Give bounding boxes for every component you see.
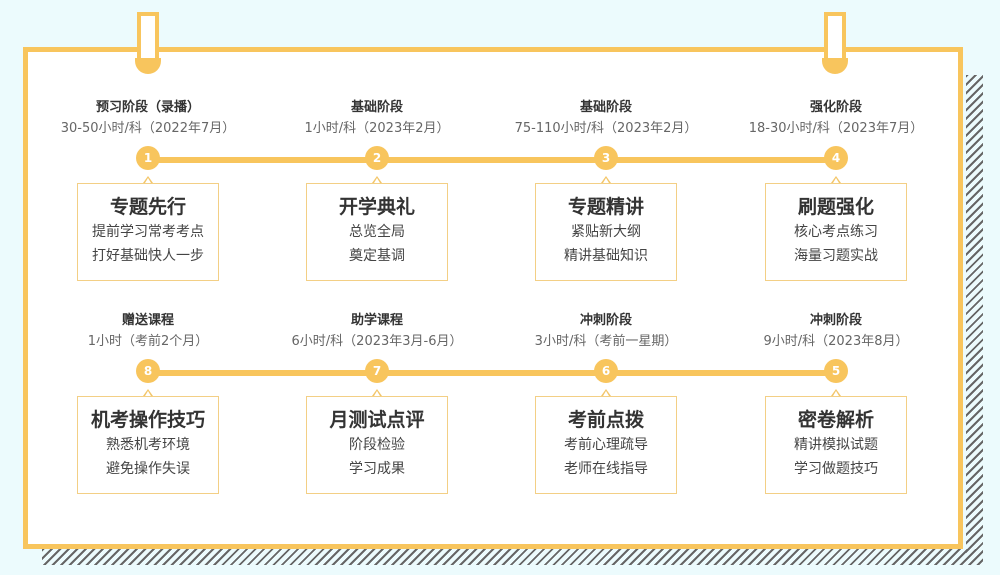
- card-line: 奠定基调: [349, 248, 405, 264]
- stage-card: 专题精讲 紧贴新大纲 精讲基础知识: [535, 183, 677, 281]
- stage-card: 开学典礼 总览全局 奠定基调: [306, 183, 448, 281]
- card-line: 总览全局: [349, 224, 405, 240]
- card-line: 核心考点练习: [794, 224, 878, 240]
- stage-5: 冲刺阶段 9小时/科（2023年8月） 5 密卷解析 精讲模拟试题 学习做题技巧: [726, 311, 946, 494]
- stage-1: 预习阶段（录播） 30-50小时/科（2022年7月） 1 专题先行 提前学习常…: [38, 98, 258, 281]
- stage-title: 基础阶段: [579, 100, 632, 115]
- card-title: 专题精讲: [567, 196, 644, 218]
- pointer-triangle-icon: [372, 176, 382, 183]
- card-title: 专题先行: [109, 196, 186, 218]
- card-line: 学习做题技巧: [794, 461, 878, 477]
- card-line: 精讲模拟试题: [794, 437, 878, 453]
- stage-8: 赠送课程 1小时（考前2个月） 8 机考操作技巧 熟悉机考环境 避免操作失误: [38, 311, 258, 494]
- stage-card: 机考操作技巧 熟悉机考环境 避免操作失误: [77, 396, 219, 494]
- stage-duration: 1小时/科（2023年2月）: [304, 121, 450, 136]
- stage-card: 专题先行 提前学习常考考点 打好基础快人一步: [77, 183, 219, 281]
- stage-title: 助学课程: [350, 313, 403, 328]
- stage-title: 基础阶段: [350, 100, 403, 115]
- stage-card: 考前点拨 考前心理疏导 老师在线指导: [535, 396, 677, 494]
- step-number-badge: 1: [136, 146, 160, 170]
- pointer-triangle-icon: [831, 176, 841, 183]
- stage-title: 预习阶段（录播）: [95, 100, 200, 115]
- step-number-badge: 3: [594, 146, 618, 170]
- step-number-badge: 5: [824, 359, 848, 383]
- stage-duration: 3小时/科（考前一星期）: [534, 334, 678, 349]
- card-line: 海量习题实战: [794, 248, 878, 264]
- card-line: 紧贴新大纲: [571, 224, 641, 240]
- card-line: 打好基础快人一步: [92, 248, 204, 264]
- pointer-triangle-icon: [372, 389, 382, 396]
- clip-left: [137, 12, 159, 64]
- card-line: 提前学习常考考点: [92, 224, 204, 240]
- pointer-triangle-icon: [601, 176, 611, 183]
- card-title: 机考操作技巧: [90, 409, 205, 431]
- stage-6: 冲刺阶段 3小时/科（考前一星期） 6 考前点拨 考前心理疏导 老师在线指导: [496, 311, 716, 494]
- step-number-badge: 2: [365, 146, 389, 170]
- clip-right: [824, 12, 846, 64]
- step-number-badge: 6: [594, 359, 618, 383]
- shadow-bottom: [42, 549, 983, 565]
- shadow-right: [966, 75, 983, 565]
- pointer-triangle-icon: [143, 389, 153, 396]
- pointer-triangle-icon: [601, 389, 611, 396]
- stage-4: 强化阶段 18-30小时/科（2023年7月） 4 刷题强化 核心考点练习 海量…: [726, 98, 946, 281]
- card-line: 阶段检验: [349, 437, 405, 453]
- step-number-badge: 4: [824, 146, 848, 170]
- card-line: 考前心理疏导: [564, 437, 648, 453]
- card-line: 精讲基础知识: [564, 248, 648, 264]
- step-number-badge: 7: [365, 359, 389, 383]
- stage-card: 密卷解析 精讲模拟试题 学习做题技巧: [765, 396, 907, 494]
- stage-title: 冲刺阶段: [579, 313, 632, 328]
- stage-duration: 1小时（考前2个月）: [87, 334, 209, 349]
- card-title: 月测试点评: [329, 409, 425, 431]
- stage-7: 助学课程 6小时/科（2023年3月-6月） 7 月测试点评 阶段检验 学习成果: [267, 311, 487, 494]
- stage-3: 基础阶段 75-110小时/科（2023年2月） 3 专题精讲 紧贴新大纲 精讲…: [496, 98, 716, 281]
- stage-duration: 9小时/科（2023年8月）: [763, 334, 909, 349]
- stage-card: 刷题强化 核心考点练习 海量习题实战: [765, 183, 907, 281]
- stage-card: 月测试点评 阶段检验 学习成果: [306, 396, 448, 494]
- card-line: 学习成果: [349, 461, 405, 477]
- stage-2: 基础阶段 1小时/科（2023年2月） 2 开学典礼 总览全局 奠定基调: [267, 98, 487, 281]
- stage-title: 赠送课程: [121, 313, 174, 328]
- stage-duration: 6小时/科（2023年3月-6月）: [291, 334, 463, 349]
- card-title: 开学典礼: [338, 196, 415, 218]
- step-number-badge: 8: [136, 359, 160, 383]
- card-line: 避免操作失误: [106, 461, 190, 477]
- stage-title: 冲刺阶段: [809, 313, 862, 328]
- stage-duration: 75-110小时/科（2023年2月）: [514, 121, 698, 136]
- card-title: 密卷解析: [797, 409, 874, 431]
- card-title: 刷题强化: [797, 196, 874, 218]
- stage-title: 强化阶段: [809, 100, 862, 115]
- stage-duration: 18-30小时/科（2023年7月）: [748, 121, 924, 136]
- card-title: 考前点拨: [567, 409, 644, 431]
- pointer-triangle-icon: [831, 389, 841, 396]
- stage-duration: 30-50小时/科（2022年7月）: [60, 121, 236, 136]
- card-line: 熟悉机考环境: [106, 437, 190, 453]
- card-line: 老师在线指导: [564, 461, 648, 477]
- pointer-triangle-icon: [143, 176, 153, 183]
